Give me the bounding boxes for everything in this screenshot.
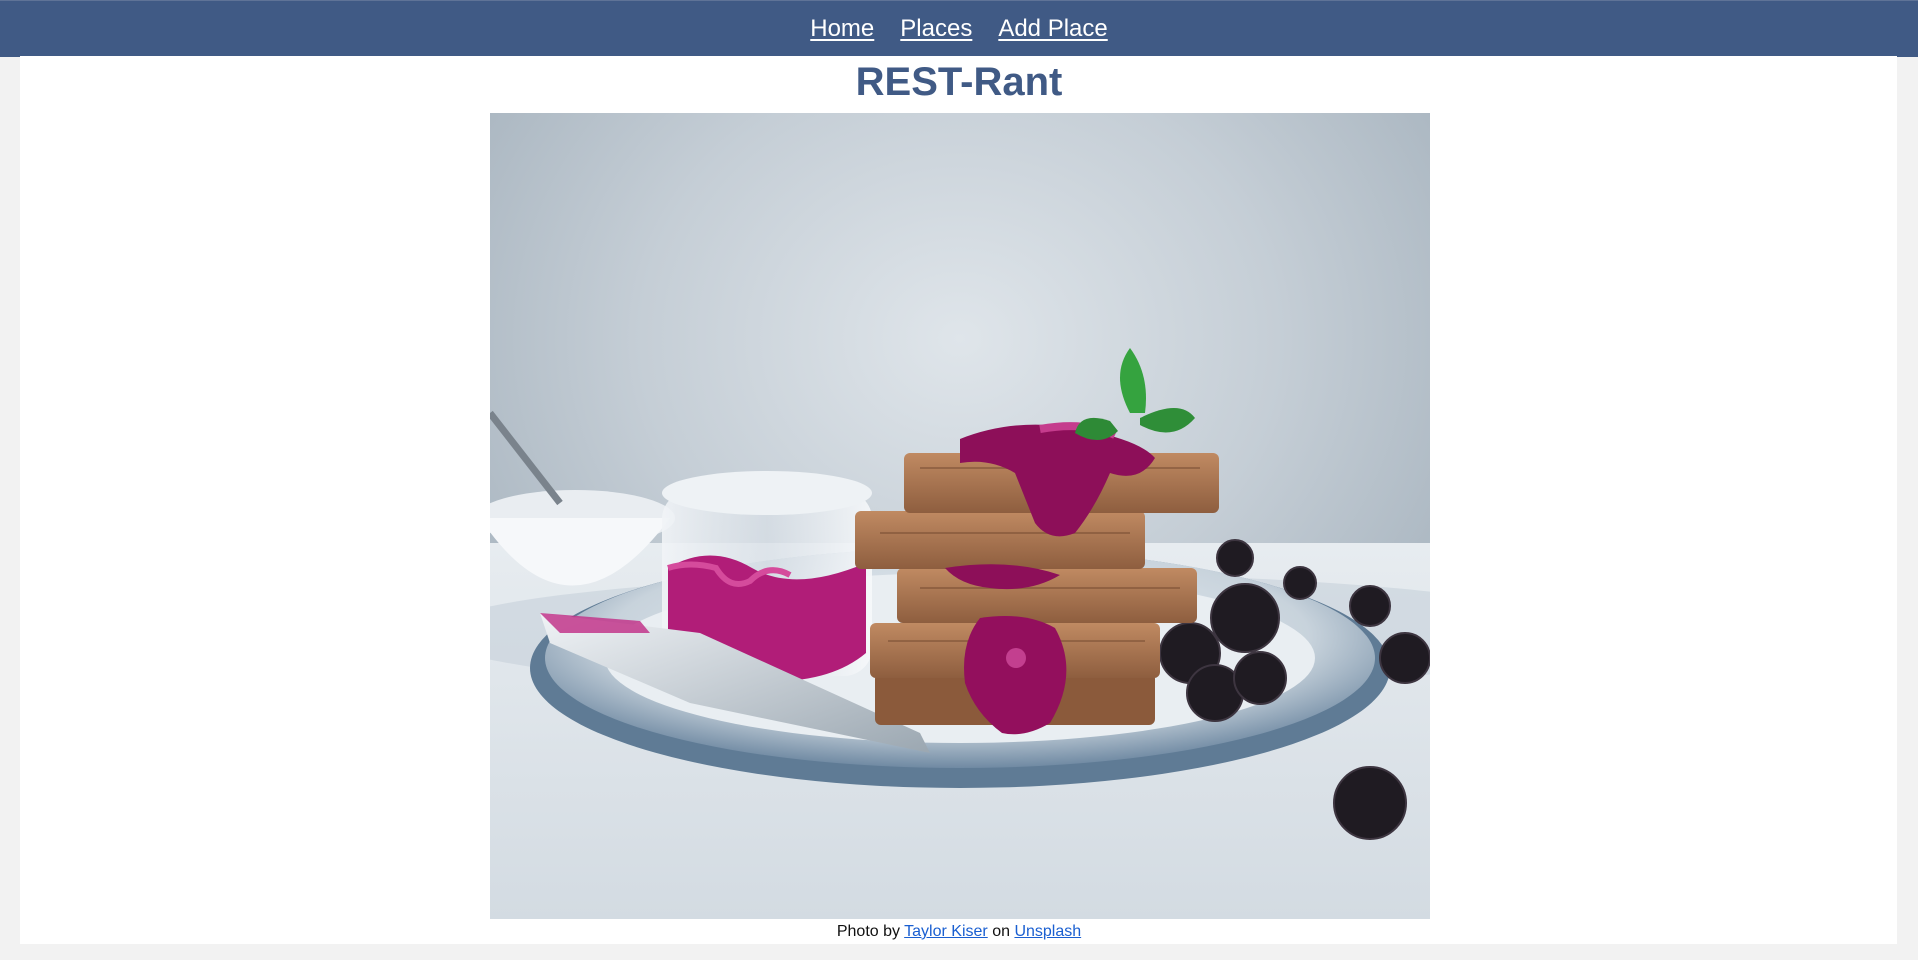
page-title: REST-Rant (855, 60, 1063, 104)
photographer-link[interactable]: Taylor Kiser (904, 923, 988, 940)
nav-link-places[interactable]: Places (900, 17, 972, 41)
nav-link-home[interactable]: Home (810, 17, 874, 41)
waffle-photo-illustration (490, 113, 1430, 919)
credit-middle: on (992, 923, 1010, 940)
nav-link-add-place[interactable]: Add Place (998, 17, 1107, 41)
hero-image (490, 113, 1430, 919)
photo-credit: Photo by Taylor Kiser on Unsplash (0, 922, 1918, 942)
credit-prefix: Photo by (836, 923, 900, 940)
unsplash-link[interactable]: Unsplash (1014, 923, 1081, 940)
top-navbar: Home Places Add Place (0, 0, 1918, 57)
